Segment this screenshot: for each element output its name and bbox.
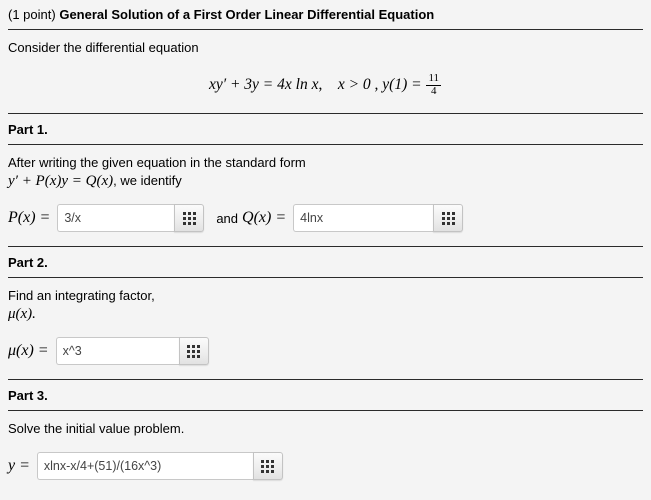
differential-equation-display: xy′ + 3y = 4x ln x, x > 0 , y(1) = 11 4 — [8, 59, 643, 113]
equation-comma: , — [318, 75, 323, 93]
part-1-prompt-tail: , we identify — [113, 173, 182, 189]
part-1-fields: P(x) = and Q(x) = — [8, 192, 643, 246]
part-2-prompt-line1: Find an integrating factor, — [8, 288, 155, 304]
p-of-x-input-group — [57, 204, 205, 233]
y-keypad-button[interactable] — [252, 452, 283, 481]
part-3-prompt: Solve the initial value problem. — [8, 411, 643, 440]
y-label: y = — [8, 457, 30, 475]
y-input[interactable] — [36, 452, 253, 481]
q-of-x-keypad-button[interactable] — [433, 204, 464, 233]
part-1-title: Part 1. — [8, 122, 48, 138]
part-1-prompt-line1: After writing the given equation in the … — [8, 155, 306, 171]
points-label: (1 point) — [8, 7, 56, 22]
mu-of-x-keypad-button[interactable] — [178, 337, 209, 366]
part-3-title: Part 3. — [8, 388, 48, 404]
q-of-x-label: Q(x) = — [242, 209, 287, 227]
part-3-prompt-line1: Solve the initial value problem. — [8, 421, 185, 437]
and-connector: and — [216, 210, 239, 226]
part-1-prompt-line2: y′ + P(x)y = Q(x), we identify — [8, 172, 643, 190]
part-2-title: Part 2. — [8, 255, 48, 271]
part-1-prompt: After writing the given equation in the … — [8, 145, 643, 192]
mu-of-x-input-group — [55, 337, 209, 366]
p-of-x-input[interactable] — [57, 204, 175, 233]
q-of-x-input[interactable] — [293, 204, 434, 233]
fraction-denominator: 4 — [426, 84, 442, 98]
standard-form-math: y′ + P(x)y = Q(x) — [8, 173, 114, 190]
equation-lhs: xy′ + 3y = 4x ln x — [208, 75, 319, 93]
grid-icon — [182, 211, 196, 225]
p-of-x-keypad-button[interactable] — [174, 204, 205, 233]
mu-of-x-input[interactable] — [55, 337, 179, 366]
y-input-group — [36, 452, 283, 481]
q-of-x-input-group — [293, 204, 464, 233]
grid-icon — [441, 211, 455, 225]
problem-page: (1 point) General Solution of a First Or… — [0, 0, 651, 500]
grid-icon — [187, 344, 201, 358]
grid-icon — [261, 459, 275, 473]
equation-condition: x > 0 , y(1) = — [337, 75, 422, 93]
part-2-prompt-line2: μ(x). — [8, 306, 36, 323]
part-2-prompt: Find an integrating factor, μ(x). — [8, 278, 643, 325]
intro-text: Consider the differential equation — [8, 40, 199, 55]
problem-title: General Solution of a First Order Linear… — [59, 7, 435, 22]
part-3-fields: y = — [8, 440, 643, 494]
mu-of-x-label: μ(x) = — [8, 342, 49, 360]
initial-value-fraction: 11 4 — [426, 72, 442, 98]
fraction-numerator: 11 — [428, 72, 440, 84]
part-2-fields: μ(x) = — [8, 325, 643, 379]
p-of-x-label: P(x) = — [8, 209, 51, 227]
page-title: (1 point) General Solution of a First Or… — [8, 0, 643, 29]
